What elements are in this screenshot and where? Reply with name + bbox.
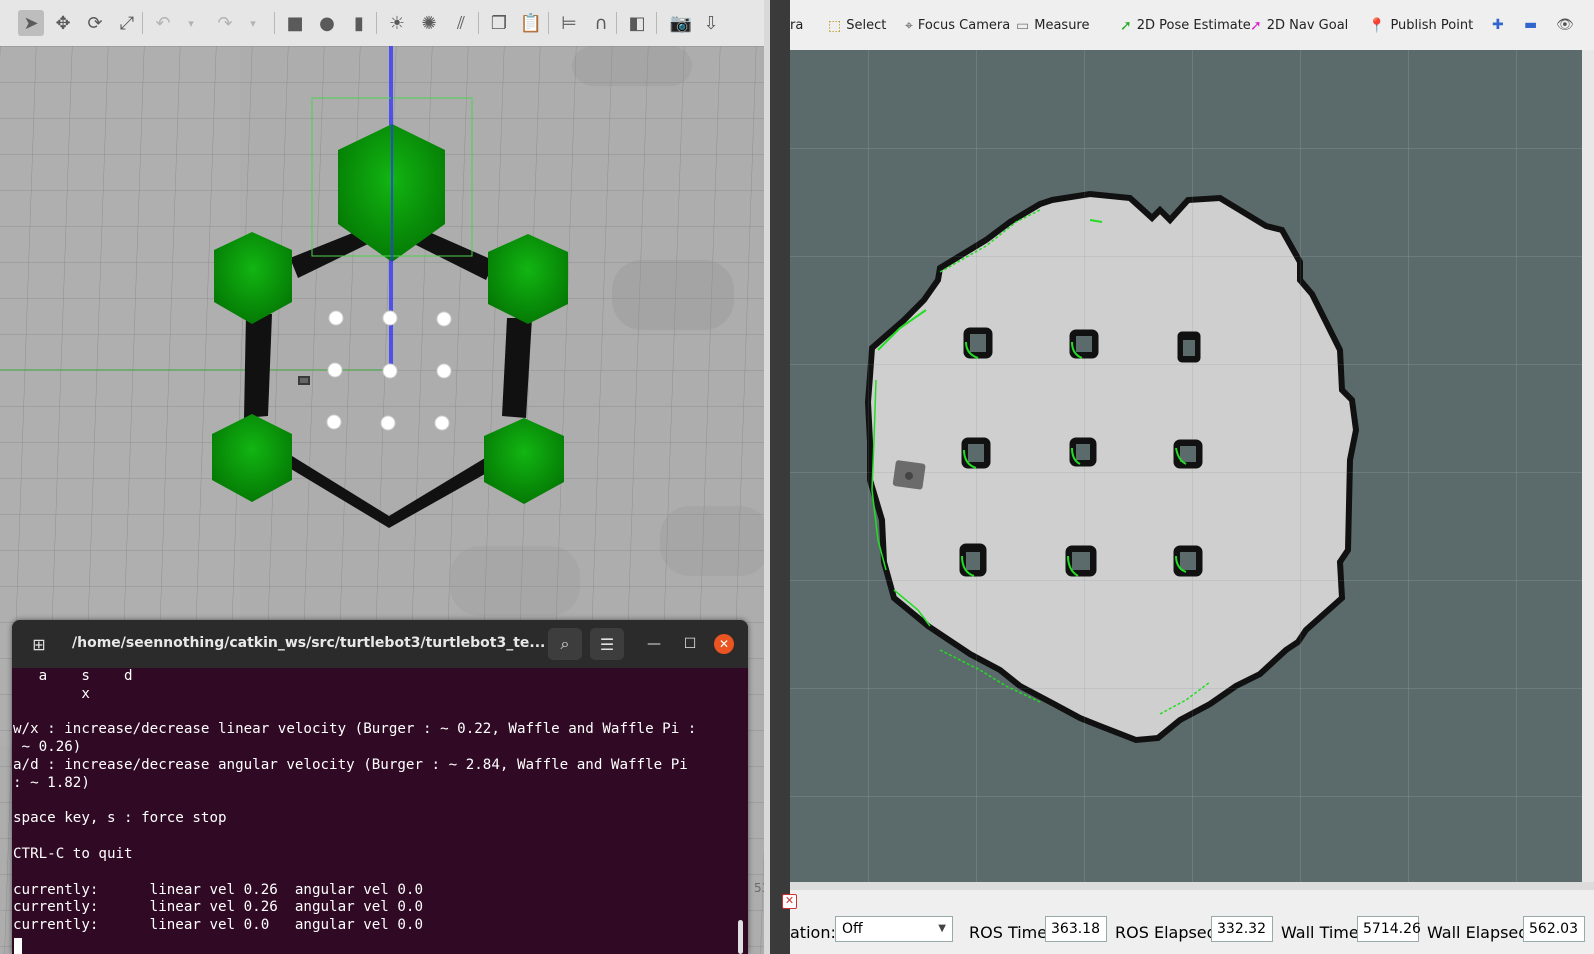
- focus-camera-tool[interactable]: ⌖ Focus Camera: [905, 18, 1010, 33]
- measure-ruler-icon: ▭: [1016, 17, 1030, 34]
- 2d-pose-estimate-tool[interactable]: ➚ 2D Pose Estimate: [1120, 18, 1251, 33]
- close-icon[interactable]: ✕: [714, 634, 734, 654]
- terminal-window[interactable]: ⊞ /home/seennothing/catkin_ws/src/turtle…: [12, 620, 748, 954]
- pose-estimate-arrow-icon: ➚: [1120, 17, 1132, 34]
- new-tab-icon[interactable]: ⊞: [22, 628, 56, 660]
- snap-magnet-icon[interactable]: ∩: [588, 10, 614, 36]
- tool-label: 2D Pose Estimate: [1136, 18, 1251, 33]
- redo-dropdown-icon[interactable]: ▾: [246, 10, 260, 36]
- sync-mode-value: Off: [842, 921, 863, 937]
- spot-light-icon[interactable]: ✺: [416, 10, 442, 36]
- terminal-line: x: [13, 685, 90, 702]
- terminal-line: a s d: [13, 668, 133, 684]
- view-angle-icon[interactable]: ◧: [624, 10, 650, 36]
- gazebo-window-edge: [764, 0, 770, 954]
- toolbar-separator: [274, 12, 275, 34]
- terminal-line: space key, s : force stop: [13, 810, 227, 827]
- select-icon: ⬚: [828, 17, 842, 34]
- sync-label: ation:: [790, 923, 836, 942]
- eye-icon[interactable]: 👁: [1556, 18, 1574, 32]
- measure-tool[interactable]: ▭ Measure: [1016, 18, 1089, 33]
- ros-elapsed-field[interactable]: 332.32: [1211, 916, 1273, 942]
- terminal-line: a/d : increase/decrease angular velocity…: [13, 756, 688, 773]
- turtlebot-model: [298, 376, 310, 385]
- wall-time-field[interactable]: 5714.26: [1357, 916, 1421, 942]
- sphere-icon[interactable]: ●: [314, 10, 340, 36]
- copy-icon[interactable]: ❐: [486, 10, 512, 36]
- horizontal-splitter[interactable]: [790, 882, 1594, 890]
- plus-icon[interactable]: ✚: [1492, 18, 1504, 32]
- tool-label: Measure: [1034, 18, 1090, 33]
- undo-dropdown-icon[interactable]: ▾: [184, 10, 198, 36]
- search-icon[interactable]: ⌕: [548, 628, 582, 660]
- vertical-splitter[interactable]: [1582, 50, 1594, 882]
- gazebo-toolbar: ➤ ✥ ⟳ ⤢ ↶ ▾ ↷ ▾ ■ ● ▮ ☀ ✺ ⫽ ❐ 📋 ⊨ ∩ ◧ 📷 ⇩: [0, 0, 770, 47]
- terminal-line: currently: linear vel 0.0 angular vel 0.…: [13, 917, 423, 934]
- ros-elapsed-label: ROS Elapsed:: [1115, 923, 1223, 942]
- undo-icon[interactable]: ↶: [150, 10, 176, 36]
- sync-mode-select[interactable]: Off ▼: [835, 916, 953, 942]
- rotate-icon[interactable]: ⟳: [82, 10, 108, 36]
- toolbar-separator: [142, 12, 143, 34]
- translate-icon[interactable]: ✥: [50, 10, 76, 36]
- ros-time-field[interactable]: 363.18: [1045, 916, 1107, 942]
- robot-footprint: [892, 460, 926, 490]
- terminal-output[interactable]: a s d x w/x : increase/decrease linear ve…: [13, 668, 733, 954]
- terminal-line: currently: linear vel 0.26 angular vel 0…: [13, 881, 423, 898]
- terminal-line: w/x : increase/decrease linear velocity …: [13, 721, 697, 738]
- maximize-icon[interactable]: ☐: [680, 634, 700, 654]
- terminal-cursor: [14, 938, 22, 954]
- toolbar-separator: [478, 12, 479, 34]
- terminal-scrollbar[interactable]: [738, 920, 743, 954]
- rviz-map-view[interactable]: [790, 50, 1582, 882]
- terminal-line: currently: linear vel 0.26 angular vel 0…: [13, 899, 423, 916]
- tool-label: Publish Point: [1390, 18, 1474, 33]
- terminal-line: CTRL-C to quit: [13, 845, 133, 862]
- cylinder-icon[interactable]: ▮: [346, 10, 372, 36]
- select-arrow-icon[interactable]: ➤: [18, 10, 44, 36]
- 2d-nav-goal-tool[interactable]: ➚ 2D Nav Goal: [1250, 18, 1348, 33]
- publish-point-tool[interactable]: 📍 Publish Point: [1368, 18, 1473, 33]
- time-panel-close-icon[interactable]: ✕: [782, 894, 797, 909]
- minimize-icon[interactable]: —: [644, 634, 664, 654]
- nav-goal-arrow-icon: ➚: [1250, 17, 1262, 34]
- terminal-header: ⊞ /home/seennothing/catkin_ws/src/turtle…: [12, 620, 748, 668]
- screenshot-camera-icon[interactable]: 📷: [668, 10, 694, 36]
- align-icon[interactable]: ⊨: [556, 10, 582, 36]
- select-tool[interactable]: ⬚ Select: [828, 18, 886, 33]
- chevron-down-icon: ▼: [938, 923, 946, 934]
- terminal-line: : ~ 1.82): [13, 774, 90, 791]
- tool-label: Focus Camera: [917, 18, 1011, 33]
- ros-time-label: ROS Time:: [969, 923, 1053, 942]
- focus-camera-icon: ⌖: [905, 17, 913, 34]
- point-light-icon[interactable]: ☀: [384, 10, 410, 36]
- rviz-window: ra ⬚ Select ⌖ Focus Camera ▭ Measure ➚ 2D Pose …: [790, 0, 1594, 954]
- toolbar-separator: [616, 12, 617, 34]
- publish-point-pin-icon: 📍: [1368, 17, 1386, 34]
- terminal-line: ~ 0.26): [13, 739, 82, 756]
- redo-icon[interactable]: ↷: [212, 10, 238, 36]
- toolbar-partial-label[interactable]: ra: [790, 18, 803, 33]
- paste-icon[interactable]: 📋: [518, 10, 544, 36]
- hamburger-menu-icon[interactable]: ☰: [590, 628, 624, 660]
- toolbar-separator: [548, 12, 549, 34]
- toolbar-separator: [376, 12, 377, 34]
- toolbar-separator: [656, 12, 657, 34]
- directional-light-icon[interactable]: ⫽: [448, 10, 474, 36]
- wall-elapsed-label: Wall Elapsed:: [1427, 923, 1534, 942]
- wall-time-label: Wall Time:: [1281, 923, 1365, 942]
- wall-elapsed-field[interactable]: 562.03: [1523, 916, 1585, 942]
- box-icon[interactable]: ■: [282, 10, 308, 36]
- scale-icon[interactable]: ⤢: [114, 10, 140, 36]
- rviz-toolbar: ra ⬚ Select ⌖ Focus Camera ▭ Measure ➚ 2D Pose …: [790, 0, 1594, 51]
- log-icon[interactable]: ⇩: [698, 10, 724, 36]
- tool-label: 2D Nav Goal: [1266, 18, 1349, 33]
- terminal-title: /home/seennothing/catkin_ws/src/turtlebo…: [72, 635, 546, 651]
- minus-icon[interactable]: ▬: [1524, 18, 1537, 32]
- tool-label: Select: [846, 18, 887, 33]
